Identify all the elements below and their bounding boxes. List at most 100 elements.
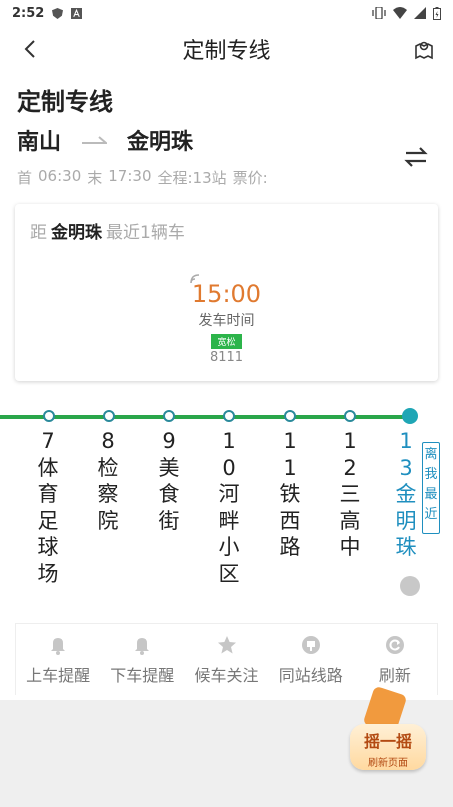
stop-name-char: 明 (395, 508, 417, 533)
stop-number-digit: 0 (222, 455, 236, 480)
stop-dot (163, 410, 175, 422)
stop-item[interactable]: 8检察院 (96, 428, 120, 534)
follow-button[interactable]: 候车关注 (184, 624, 268, 695)
stop-name-char: 西 (279, 508, 301, 533)
same-station-lines-button[interactable]: 同站线路 (269, 624, 353, 695)
first-time: 06:30 (38, 167, 82, 185)
stop-item[interactable]: 7体育足球场 (36, 428, 60, 587)
map-pin-icon[interactable] (411, 36, 437, 62)
nearest-tag: 离我最近 (422, 442, 440, 534)
line-name: 定制专线 (17, 88, 113, 116)
stop-name-char: 河 (218, 482, 240, 506)
refresh-icon (385, 636, 404, 654)
battery-icon (433, 6, 441, 20)
stop-item[interactable]: 11铁西路 (278, 428, 302, 561)
stop-name-char: 察 (97, 482, 119, 506)
swap-direction-icon[interactable] (403, 146, 429, 168)
stop-name-char: 珠 (395, 535, 417, 559)
stop-dot (344, 410, 356, 422)
bus-card: 距金明珠 最近1辆车 15:00 发车时间 宽松 8111 (15, 204, 438, 381)
station-icon (301, 636, 320, 654)
stop-number-digit: 7 (41, 429, 55, 453)
refresh-button[interactable]: 刷新 (353, 624, 437, 695)
departure-time: 15:00 (191, 280, 262, 308)
stop-number-digit: 1 (283, 429, 297, 453)
stop-name-char: 中 (339, 535, 361, 559)
page-title: 定制专线 (182, 39, 271, 64)
distance-prefix: 距 (30, 223, 47, 243)
stop-number-digit: 3 (399, 455, 413, 480)
stop-name-char: 院 (97, 508, 119, 533)
stop-name-char: 路 (279, 535, 301, 559)
stop-item[interactable]: 10河畔小区 (217, 428, 241, 587)
status-bar: 2:52 (0, 0, 453, 26)
stop-item[interactable]: 9美食街 (157, 428, 181, 534)
stop-dot (223, 410, 235, 422)
stop-name-char: 体 (37, 455, 59, 480)
fare: 票价: (232, 169, 268, 187)
route-to: 金明珠 (127, 130, 194, 155)
current-stop-dot (402, 408, 418, 424)
stop-number-digit: 1 (399, 429, 413, 453)
stop-name-char: 高 (339, 508, 361, 533)
last-label: 末 (87, 169, 103, 187)
vibrate-icon (372, 7, 386, 19)
stop-number-digit: 1 (343, 429, 357, 453)
direction-arrow-icon (82, 136, 108, 144)
stop-number-digit: 8 (101, 429, 115, 453)
nearest-bus: 最近1辆车 (106, 223, 185, 243)
stop-name-char: 三 (339, 482, 361, 506)
shake-pill: 摇一摇 刷新页面 (350, 724, 426, 770)
stop-dot (284, 410, 296, 422)
distance-stop: 金明珠 (51, 223, 102, 243)
total-stops: 全程:13站 (157, 169, 227, 187)
line-info: 定制专线 南山 金明珠 首 06:30 末 17:30 全程:13站 票价: (17, 82, 437, 188)
stop-item[interactable]: 12三高中 (338, 428, 362, 561)
stop-name-char: 检 (97, 455, 119, 480)
stop-name-char: 球 (37, 535, 59, 559)
shake-subtitle: 刷新页面 (368, 758, 408, 769)
departure-label: 发车时间 (198, 313, 255, 329)
bell-icon (135, 638, 150, 655)
route-from: 南山 (17, 130, 62, 155)
distance-line: 距金明珠 最近1辆车 (30, 218, 185, 243)
stop-name-char: 足 (37, 508, 59, 533)
action-toolbar: 上车提醒 下车提醒 候车关注 同站线路 刷新 (15, 623, 438, 695)
back-arrow-icon[interactable] (18, 36, 44, 62)
stop-number-digit: 1 (222, 429, 236, 453)
stop-name-char: 金 (395, 482, 417, 506)
crowd-badge: 宽松 (211, 334, 242, 349)
board-reminder-button[interactable]: 上车提醒 (16, 624, 100, 695)
bell-icon (51, 638, 66, 655)
wifi-icon (393, 7, 407, 19)
stop-name-char: 食 (158, 482, 180, 506)
stop-name-char: 区 (218, 561, 240, 586)
bus-info: 15:00 发车时间 宽松 8111 (15, 272, 438, 365)
stop-name-char: 铁 (279, 482, 301, 506)
stop-name-char: 小 (218, 535, 240, 559)
stop-number-digit: 2 (343, 455, 357, 480)
route: 南山 金明珠 (17, 123, 437, 157)
shake-refresh-button[interactable]: 摇一摇 刷新页面 (350, 685, 426, 776)
stop-name-char: 街 (158, 508, 180, 533)
first-label: 首 (17, 169, 33, 187)
stop-name-char: 育 (37, 482, 59, 506)
stop-number-digit: 1 (283, 455, 297, 480)
bus-plate: 8111 (209, 350, 244, 365)
stops-strip[interactable]: 7体育足球场8检察院9美食街10河畔小区11铁西路12三高中13金明珠 (0, 404, 453, 604)
shield-icon (52, 7, 64, 19)
signal-icon (414, 7, 426, 19)
stop-dot (103, 410, 115, 422)
stop-name-char: 美 (158, 455, 180, 480)
alight-reminder-button[interactable]: 下车提醒 (100, 624, 184, 695)
app-header: 定制专线 (0, 26, 453, 72)
star-icon (217, 636, 236, 654)
speaker-icon[interactable] (400, 576, 420, 596)
current-stop[interactable]: 13金明珠 (394, 428, 418, 561)
stop-number-digit: 9 (162, 429, 176, 453)
last-time: 17:30 (108, 167, 152, 185)
stop-name-char: 畔 (218, 508, 240, 533)
stop-dot (43, 410, 55, 422)
status-time: 2:52 (12, 5, 45, 21)
line-meta: 首 06:30 末 17:30 全程:13站 票价: (17, 167, 437, 188)
